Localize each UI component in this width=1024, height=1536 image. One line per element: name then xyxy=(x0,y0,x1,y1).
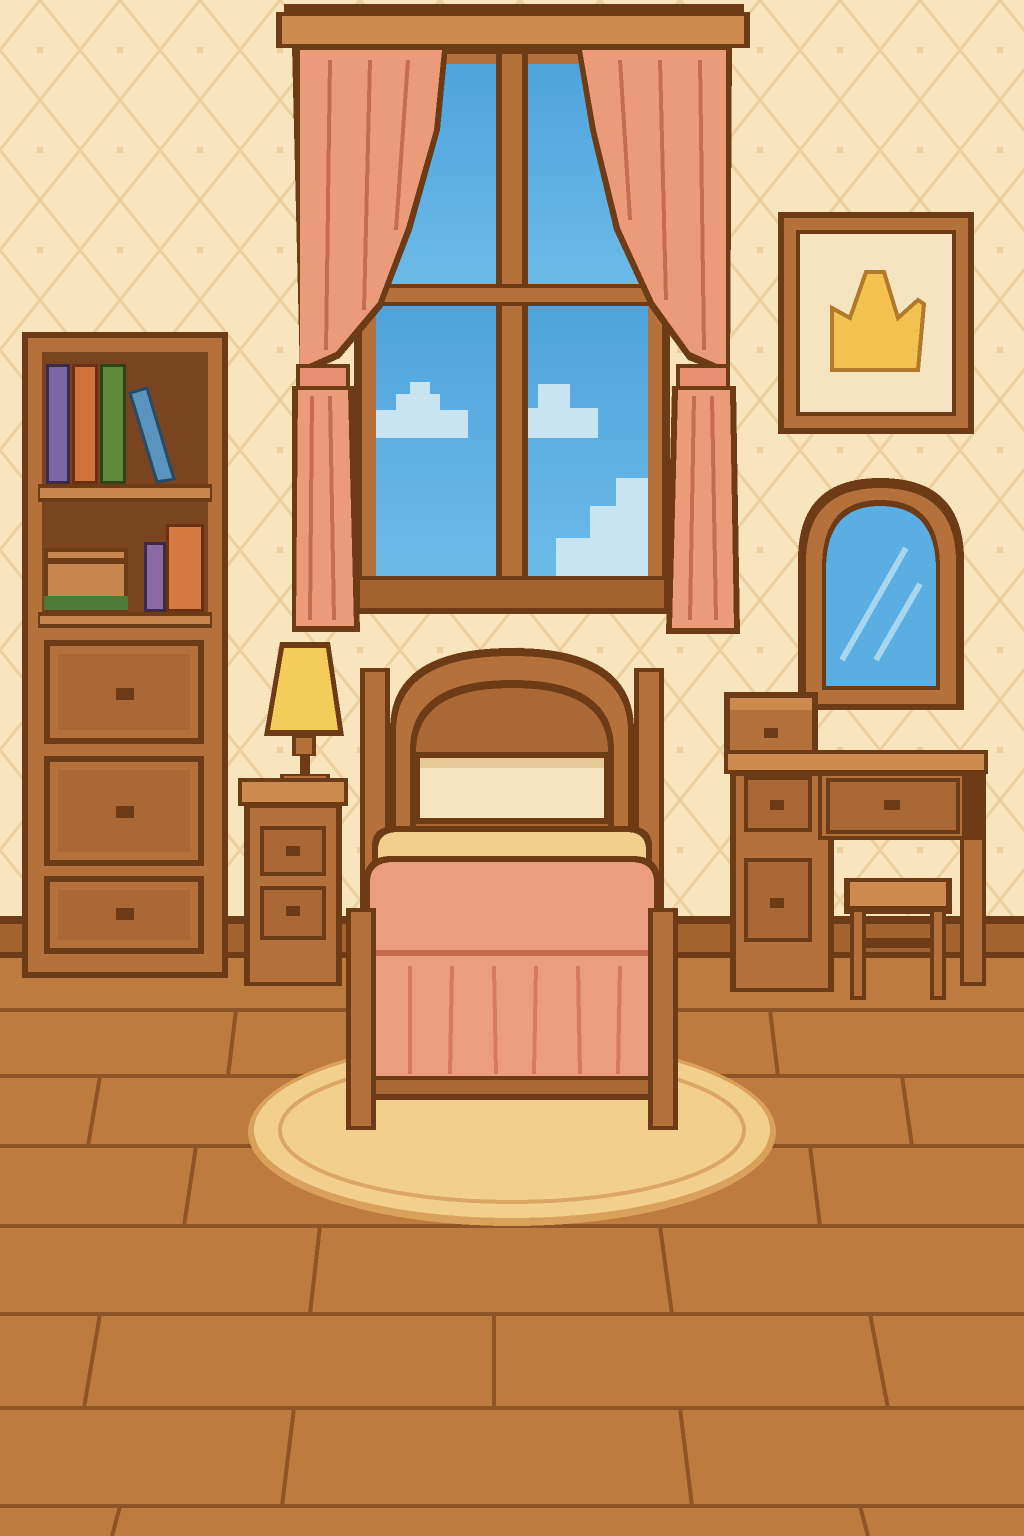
bedroom-scene xyxy=(0,0,1024,1536)
storage-box xyxy=(44,548,128,612)
vanity-mirror xyxy=(798,478,964,710)
book xyxy=(72,364,98,484)
book xyxy=(100,364,126,484)
vanity-drawer xyxy=(826,778,960,834)
book xyxy=(144,542,166,612)
single-bed xyxy=(346,648,678,1130)
book xyxy=(46,364,70,484)
book xyxy=(166,524,204,612)
vanity-drawer xyxy=(744,858,812,942)
vanity-drawer xyxy=(744,776,812,832)
bookshelf-drawer xyxy=(44,640,204,744)
pillow xyxy=(414,752,610,824)
nightstand-drawer xyxy=(260,886,326,940)
bookshelf-drawer xyxy=(44,756,204,866)
framed-picture xyxy=(778,212,974,434)
bookshelf xyxy=(22,332,228,978)
nightstand xyxy=(238,778,348,986)
bookshelf-drawer xyxy=(44,876,204,954)
curtain-rod xyxy=(276,4,750,48)
nightstand-drawer xyxy=(260,826,326,876)
blanket xyxy=(364,826,660,1088)
